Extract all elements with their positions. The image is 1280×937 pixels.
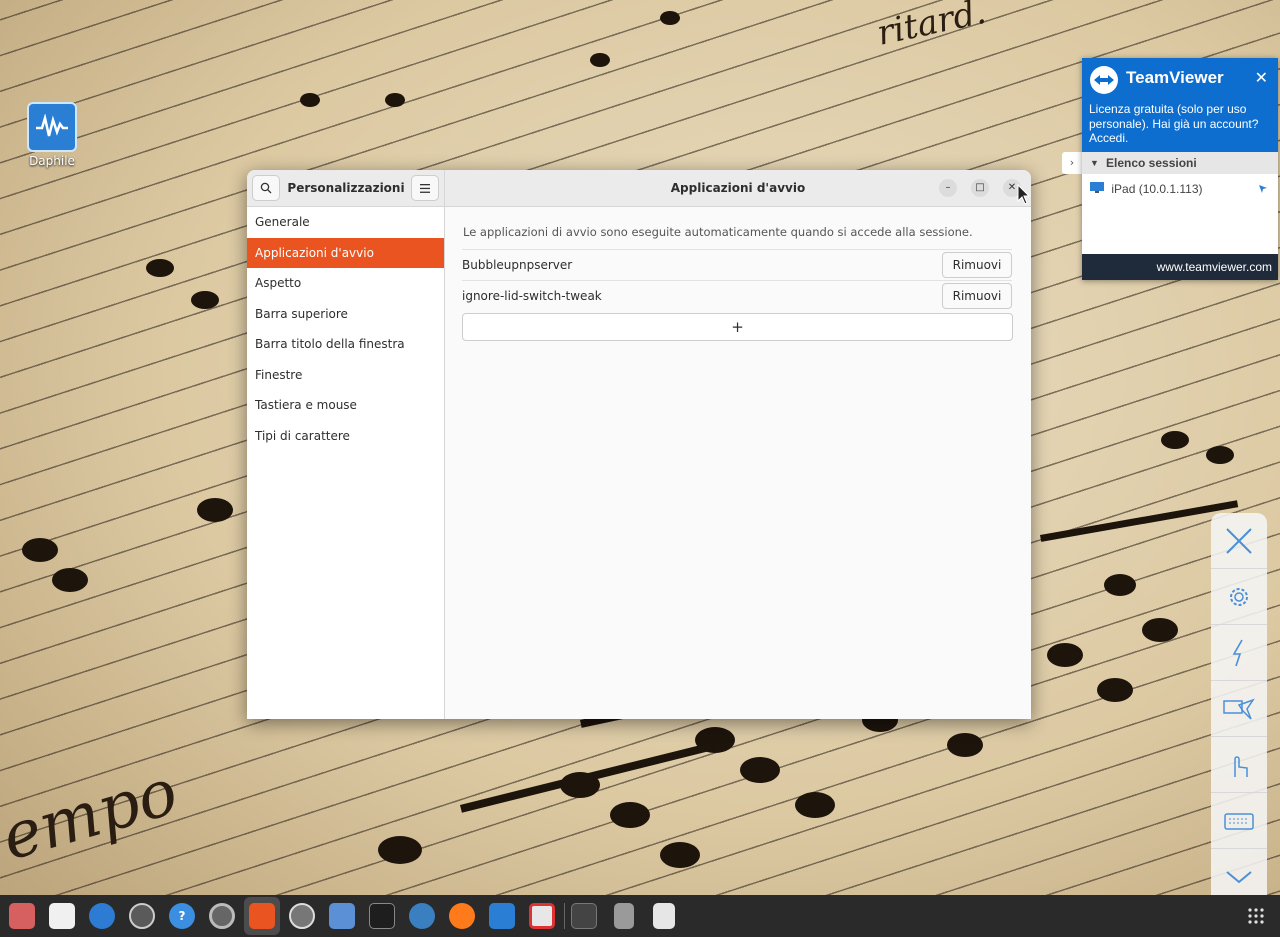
- tweaks-window: Personalizzazioni Applicazioni d'avvio –…: [247, 170, 1031, 719]
- startup-description: Le applicazioni di avvio sono eseguite a…: [463, 225, 973, 239]
- search-button[interactable]: [252, 175, 280, 201]
- teamviewer-header: TeamViewer ✕ Licenza gratuita (solo per …: [1082, 58, 1278, 152]
- session-item[interactable]: iPad (10.0.1.113): [1090, 182, 1274, 196]
- sidebar-item-fonts[interactable]: Tipi di carattere: [247, 421, 444, 452]
- app-grid-icon[interactable]: [1247, 907, 1265, 925]
- teamviewer-logo-icon: [1090, 66, 1118, 94]
- toolbar-touch-button[interactable]: [1211, 737, 1267, 793]
- sidebar-item-generale[interactable]: Generale: [247, 207, 444, 238]
- teamviewer-close-button[interactable]: ✕: [1255, 68, 1268, 87]
- toolbar-keyboard-button[interactable]: [1211, 793, 1267, 849]
- usb-icon[interactable]: [614, 903, 634, 929]
- remove-button[interactable]: Rimuovi: [942, 252, 1012, 278]
- tweaks-icon[interactable]: [249, 903, 275, 929]
- toolbar-actions-button[interactable]: [1211, 625, 1267, 681]
- sessions-section-title: Elenco sessioni: [1106, 156, 1197, 170]
- teamviewer-panel: TeamViewer ✕ Licenza gratuita (solo per …: [1082, 58, 1278, 280]
- screenshot-icon[interactable]: [571, 903, 597, 929]
- startup-app-row: ignore-lid-switch-tweak Rimuovi: [462, 280, 1012, 311]
- maximize-icon: □: [975, 182, 985, 193]
- toolbar-settings-button[interactable]: [1211, 569, 1267, 625]
- chevron-down-icon: [1226, 871, 1252, 884]
- remove-button[interactable]: Rimuovi: [942, 283, 1012, 309]
- startup-app-row: Bubbleupnpserver Rimuovi: [462, 249, 1012, 280]
- daphile-icon[interactable]: [489, 903, 515, 929]
- session-name: iPad (10.0.1.113): [1111, 182, 1203, 196]
- firefox-icon[interactable]: [449, 903, 475, 929]
- svg-text:ritard.: ritard.: [874, 0, 990, 54]
- add-startup-app-button[interactable]: +: [462, 313, 1013, 341]
- settings-icon[interactable]: [209, 903, 235, 929]
- lightning-icon: [1232, 639, 1243, 666]
- minimize-button[interactable]: –: [939, 179, 957, 197]
- search-icon: [260, 182, 272, 194]
- teamviewer-footer-link[interactable]: www.teamviewer.com: [1082, 254, 1278, 280]
- touch-icon: [1234, 755, 1248, 777]
- app-store-icon[interactable]: [89, 903, 115, 929]
- minimize-icon: –: [945, 182, 951, 193]
- startup-app-name: ignore-lid-switch-tweak: [462, 289, 602, 303]
- desktop-icon-daphile[interactable]: Daphile: [24, 102, 80, 168]
- sessions-section-header[interactable]: ▼ Elenco sessioni: [1082, 152, 1278, 174]
- remote-control-toolbar: [1211, 513, 1267, 906]
- startup-app-name: Bubbleupnpserver: [462, 258, 573, 272]
- sidebar-title: Personalizzazioni: [287, 181, 405, 195]
- close-icon: ✕: [1007, 182, 1017, 193]
- sidebar: Generale Applicazioni d'avvio Aspetto Ba…: [247, 207, 445, 719]
- close-icon: ✕: [1254, 68, 1268, 87]
- window-titlebar: Personalizzazioni Applicazioni d'avvio –…: [247, 170, 1031, 207]
- chevron-right-icon: ›: [1069, 156, 1075, 169]
- sidebar-item-keyboard-mouse[interactable]: Tastiera e mouse: [247, 390, 444, 421]
- trash-icon[interactable]: [653, 903, 675, 929]
- sidebar-item-top-bar[interactable]: Barra superiore: [247, 299, 444, 330]
- photos-icon[interactable]: [49, 903, 75, 929]
- chat-icon[interactable]: [289, 903, 315, 929]
- toolbar-remote-button[interactable]: [1211, 681, 1267, 737]
- sidebar-item-startup-apps[interactable]: Applicazioni d'avvio: [247, 237, 444, 268]
- software-updater-icon[interactable]: [129, 903, 155, 929]
- taskbar: ?: [0, 895, 1280, 937]
- menu-button[interactable]: [411, 175, 439, 201]
- maximize-button[interactable]: □: [971, 179, 989, 197]
- sidebar-item-aspetto[interactable]: Aspetto: [247, 268, 444, 299]
- daphile-icon: [27, 102, 77, 152]
- remote-pointer-icon: [1223, 698, 1255, 720]
- taskbar-separator: [564, 903, 565, 929]
- close-icon: [1226, 527, 1252, 554]
- toolbar-close-button[interactable]: [1211, 513, 1267, 569]
- media-icon[interactable]: [409, 903, 435, 929]
- system-monitor-icon[interactable]: [369, 903, 395, 929]
- sidebar-item-window-titlebar[interactable]: Barra titolo della finestra: [247, 329, 444, 360]
- keyboard-icon: [1224, 812, 1254, 830]
- svg-text:empo: empo: [0, 755, 186, 875]
- triangle-down-icon: ▼: [1090, 158, 1099, 168]
- monitor-icon: [1090, 182, 1104, 193]
- sidebar-header: Personalizzazioni: [247, 170, 445, 207]
- software-icon[interactable]: [529, 903, 555, 929]
- sidebar-item-windows[interactable]: Finestre: [247, 360, 444, 391]
- teamviewer-license-message[interactable]: Licenza gratuita (solo per uso personale…: [1089, 102, 1273, 146]
- display-icon[interactable]: [329, 903, 355, 929]
- files-icon[interactable]: [9, 903, 35, 929]
- help-icon[interactable]: ?: [169, 903, 195, 929]
- desktop-icon-label: Daphile: [29, 154, 75, 168]
- teamviewer-expand-tab[interactable]: ›: [1062, 152, 1082, 174]
- remote-cursor-icon: [1259, 185, 1267, 193]
- hamburger-icon: [420, 183, 430, 193]
- gear-icon: [1230, 587, 1248, 606]
- teamviewer-brand: TeamViewer: [1126, 68, 1224, 87]
- mouse-cursor-icon: [1017, 184, 1031, 205]
- main-content: Le applicazioni di avvio sono eseguite a…: [445, 207, 1031, 719]
